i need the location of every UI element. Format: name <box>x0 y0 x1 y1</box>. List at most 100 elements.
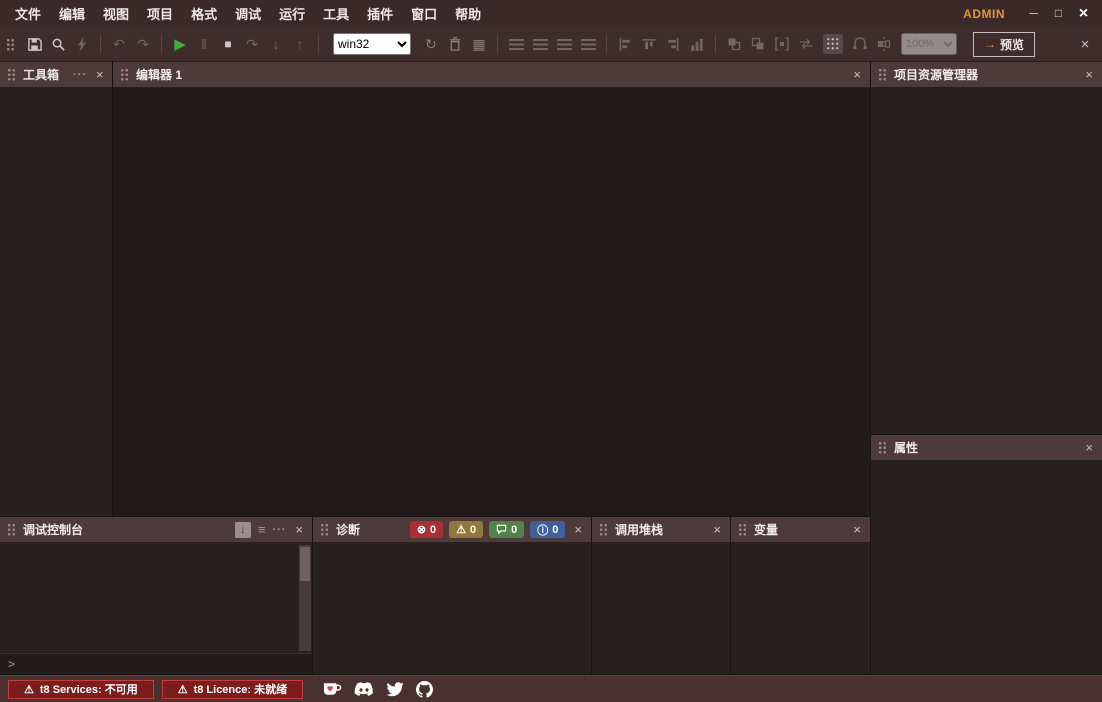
align-justify-button[interactable] <box>577 32 599 56</box>
console-lines-icon[interactable]: ≡ <box>258 522 266 537</box>
console-scrollbar-thumb[interactable] <box>300 547 310 581</box>
debug-console-grip[interactable] <box>7 523 16 536</box>
align-right-edge-button[interactable] <box>662 32 684 56</box>
scroll-to-bottom-toggle[interactable]: ↓ <box>235 522 251 538</box>
snap-to-guides-button[interactable] <box>873 32 895 56</box>
properties-grip[interactable] <box>878 441 887 454</box>
debug-console-close-button[interactable]: × <box>293 522 305 537</box>
align-center-button[interactable] <box>529 32 551 56</box>
align-right-button[interactable] <box>553 32 575 56</box>
minimize-button[interactable]: ─ <box>1021 0 1046 27</box>
align-left-icon <box>509 39 524 50</box>
delete-button[interactable] <box>444 32 466 56</box>
errors-badge[interactable]: ⊗ 0 <box>410 521 443 538</box>
align-center-icon <box>533 39 548 50</box>
menu-view[interactable]: 视图 <box>94 1 138 26</box>
editor-header: 编辑器 1 × <box>113 62 870 88</box>
group-button[interactable] <box>771 32 793 56</box>
menu-file[interactable]: 文件 <box>6 1 50 26</box>
toolbar-grip-handle[interactable] <box>6 38 15 51</box>
grid-view-button[interactable]: ▦ <box>468 32 490 56</box>
diagnostics-close-button[interactable]: × <box>572 522 584 537</box>
toolbar-separator <box>606 35 607 53</box>
align-top-edge-icon <box>642 38 656 51</box>
editor-grip[interactable] <box>120 68 129 81</box>
preview-button[interactable]: → 预览 <box>973 32 1035 57</box>
debug-console-menu-button[interactable]: ··· <box>272 524 286 536</box>
call-stack-grip[interactable] <box>599 523 608 536</box>
kofi-icon <box>323 682 342 696</box>
project-explorer-close-button[interactable]: × <box>1083 67 1095 82</box>
variables-close-button[interactable]: × <box>851 522 863 537</box>
discord-link[interactable] <box>354 682 374 697</box>
messages-badge[interactable]: 0 <box>489 521 524 538</box>
messages-count: 0 <box>511 524 517 536</box>
platform-select[interactable]: win32 <box>333 33 411 55</box>
t8-licence-status[interactable]: ⚠ t8 Licence: 未就绪 <box>162 680 303 699</box>
bring-forward-button[interactable] <box>723 32 745 56</box>
group-icon <box>775 37 789 51</box>
editor-close-button[interactable]: × <box>851 67 863 82</box>
kofi-link[interactable] <box>323 682 342 696</box>
debug-console-output[interactable]: > <box>0 543 312 674</box>
toolbar: ↶ ↷ ▶ ‖ ■ ↷ ↓ ↑ win32 ↻ ▦ <box>0 27 1102 62</box>
console-prompt-row[interactable]: > <box>0 653 312 674</box>
search-button[interactable] <box>47 32 69 56</box>
redo-button[interactable]: ↷ <box>132 32 154 56</box>
snap-guides-icon <box>877 37 891 51</box>
undo-button[interactable]: ↶ <box>108 32 130 56</box>
debug-console-title: 调试控制台 <box>23 521 83 538</box>
toolbar-separator <box>161 35 162 53</box>
step-out-button[interactable]: ↑ <box>289 32 311 56</box>
menu-tools[interactable]: 工具 <box>314 1 358 26</box>
save-button[interactable] <box>23 32 45 56</box>
editor-canvas[interactable] <box>113 88 870 516</box>
github-link[interactable] <box>416 681 433 698</box>
align-left-edge-button[interactable] <box>614 32 636 56</box>
menu-format[interactable]: 格式 <box>182 1 226 26</box>
toolbox-close-button[interactable]: × <box>94 67 106 82</box>
t8-services-label: t8 Services: 不可用 <box>40 681 138 697</box>
step-into-button[interactable]: ↓ <box>265 32 287 56</box>
twitter-link[interactable] <box>386 682 404 697</box>
send-backward-button[interactable] <box>747 32 769 56</box>
step-over-button[interactable]: ↷ <box>241 32 263 56</box>
menu-run[interactable]: 运行 <box>270 1 314 26</box>
toolbox-body <box>0 88 112 516</box>
warnings-badge[interactable]: ⚠ 0 <box>449 521 483 538</box>
menu-plugins[interactable]: 插件 <box>358 1 402 26</box>
menu-project[interactable]: 项目 <box>138 1 182 26</box>
toolbox-menu-button[interactable]: ··· <box>73 69 87 81</box>
twitter-icon <box>386 682 404 697</box>
bar-chart-icon <box>690 38 704 51</box>
align-left-button[interactable] <box>505 32 527 56</box>
t8-services-status[interactable]: ⚠ t8 Services: 不可用 <box>8 680 154 699</box>
snap-to-grid-button[interactable] <box>849 32 871 56</box>
pause-button[interactable]: ‖ <box>193 32 215 56</box>
menu-edit[interactable]: 编辑 <box>50 1 94 26</box>
run-button[interactable]: ▶ <box>169 32 191 56</box>
swap-button[interactable] <box>795 32 817 56</box>
menu-debug[interactable]: 调试 <box>226 1 270 26</box>
window-close-button[interactable]: × <box>1071 0 1096 27</box>
refresh-button[interactable]: ↻ <box>420 32 442 56</box>
maximize-button[interactable]: □ <box>1046 0 1071 27</box>
project-explorer-grip[interactable] <box>878 68 887 81</box>
console-scrollbar[interactable] <box>299 545 311 651</box>
properties-close-button[interactable]: × <box>1083 440 1095 455</box>
variables-grip[interactable] <box>738 523 747 536</box>
toolbar-close-button[interactable]: × <box>1074 32 1096 56</box>
menu-window[interactable]: 窗口 <box>402 1 446 26</box>
menu-help[interactable]: 帮助 <box>446 1 490 26</box>
stop-button[interactable]: ■ <box>217 32 239 56</box>
call-stack-close-button[interactable]: × <box>711 522 723 537</box>
flash-button[interactable] <box>71 32 93 56</box>
infos-badge[interactable]: ⓘ 0 <box>530 521 565 538</box>
align-top-edge-button[interactable] <box>638 32 660 56</box>
toolbox-grip[interactable] <box>7 68 16 81</box>
dot-grid-icon <box>826 37 840 51</box>
toolbox-header: 工具箱 ··· × <box>0 62 112 88</box>
grid-toggle-button[interactable] <box>823 34 843 54</box>
distribute-button[interactable] <box>686 32 708 56</box>
diagnostics-grip[interactable] <box>320 523 329 536</box>
